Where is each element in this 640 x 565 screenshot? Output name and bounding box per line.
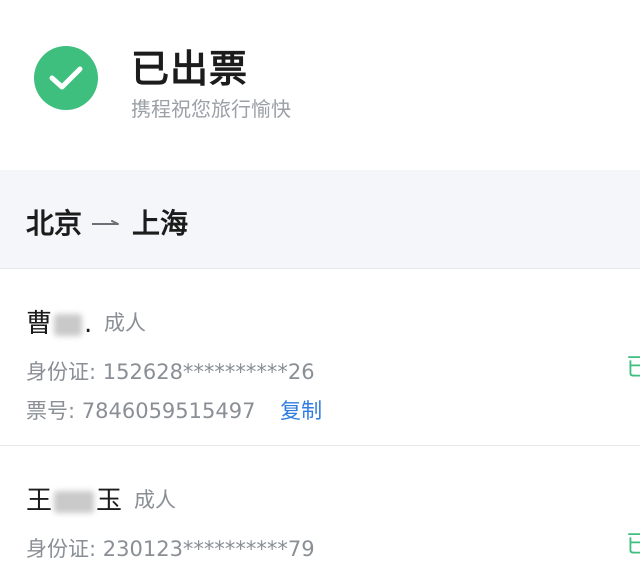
passenger-name: 曹.: [26, 303, 92, 340]
copy-ticket-number-button[interactable]: 复制: [280, 399, 322, 423]
page-title: 已出票: [131, 47, 249, 91]
passenger-status-label: 已: [626, 353, 640, 381]
route-origin: 北京: [26, 207, 83, 240]
ticket-number-row: 票号: 7846059515497 复制: [26, 395, 322, 425]
redacted-name-blur: [54, 313, 83, 336]
passenger-name-last: .: [84, 309, 93, 339]
route-header: 北京 上海: [0, 170, 640, 269]
check-circle-icon: [34, 46, 98, 110]
passenger-name-last: 玉: [96, 486, 123, 516]
route-arrow-icon: [92, 220, 119, 225]
passenger-item: 王玉 成人 身份证: 230123**********79 已: [0, 446, 640, 565]
passenger-status-label: 已: [626, 530, 640, 558]
passenger-name-first: 王: [26, 486, 53, 516]
ticket-status-header: 已出票 携程祝您旅行愉快: [0, 0, 640, 170]
id-row: 身份证: 230123**********79: [26, 533, 315, 563]
passenger-name-first: 曹: [26, 309, 53, 339]
passenger-type: 成人: [104, 311, 146, 335]
redacted-name-blur: [54, 490, 95, 513]
id-value: 152628**********26: [102, 360, 315, 384]
id-value: 230123**********79: [102, 537, 315, 561]
route-destination: 上海: [132, 207, 189, 240]
ticket-number-label: 票号:: [26, 399, 76, 423]
passenger-item: 曹. 成人 身份证: 152628**********26 票号: 784605…: [0, 269, 640, 446]
ticket-card: 北京 上海 曹. 成人 身份证: 152628**********26 票号: …: [0, 170, 640, 565]
ticket-number-value: 7846059515497: [81, 399, 256, 423]
id-label: 身份证:: [26, 537, 97, 561]
passenger-name: 王玉: [26, 480, 122, 517]
id-row: 身份证: 152628**********26: [26, 356, 315, 386]
id-label: 身份证:: [26, 360, 97, 384]
page-subtitle: 携程祝您旅行愉快: [131, 97, 291, 121]
passenger-type: 成人: [134, 488, 176, 512]
